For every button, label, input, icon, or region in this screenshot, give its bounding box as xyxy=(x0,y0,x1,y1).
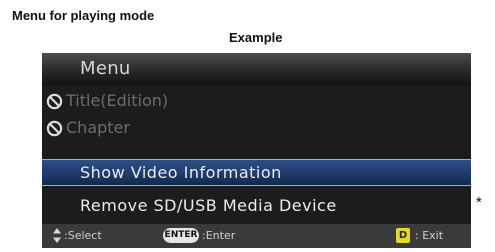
menu-item-label: Remove SD/USB Media Device xyxy=(80,196,337,215)
enter-hint: :Enter xyxy=(202,229,236,242)
menu-item-label: Show Video Information xyxy=(80,163,282,182)
prohibited-icon xyxy=(46,120,63,137)
menu-item-chapter: Chapter xyxy=(42,115,471,142)
exit-hint: : Exit xyxy=(415,229,444,242)
menu-list: Title(Edition) Chapter Show Video Inform… xyxy=(42,85,471,224)
up-down-arrows-icon xyxy=(53,228,61,243)
caption-example: Example xyxy=(229,30,283,45)
menu-item-label: Chapter xyxy=(66,118,130,137)
d-key-icon: D xyxy=(396,228,410,243)
menu-title: Menu xyxy=(80,58,131,79)
enter-button-icon: ENTER xyxy=(163,228,199,243)
menu-item-show-video-information[interactable]: Show Video Information xyxy=(42,159,471,186)
menu-item-remove-media-device[interactable]: Remove SD/USB Media Device xyxy=(42,193,471,220)
menu-item-title-edition: Title(Edition) xyxy=(42,88,471,115)
caption-title: Menu for playing mode xyxy=(12,8,155,23)
menu-footer: :Select ENTER :Enter D : Exit xyxy=(42,224,471,248)
select-hint: :Select xyxy=(64,229,102,242)
footnote-marker: * xyxy=(476,194,482,211)
menu-header: Menu xyxy=(42,53,471,85)
menu-item-label: Title(Edition) xyxy=(66,91,169,110)
menu-screen: Menu Title(Edition) Chapter Show Video I… xyxy=(42,53,471,248)
prohibited-icon xyxy=(46,93,63,110)
